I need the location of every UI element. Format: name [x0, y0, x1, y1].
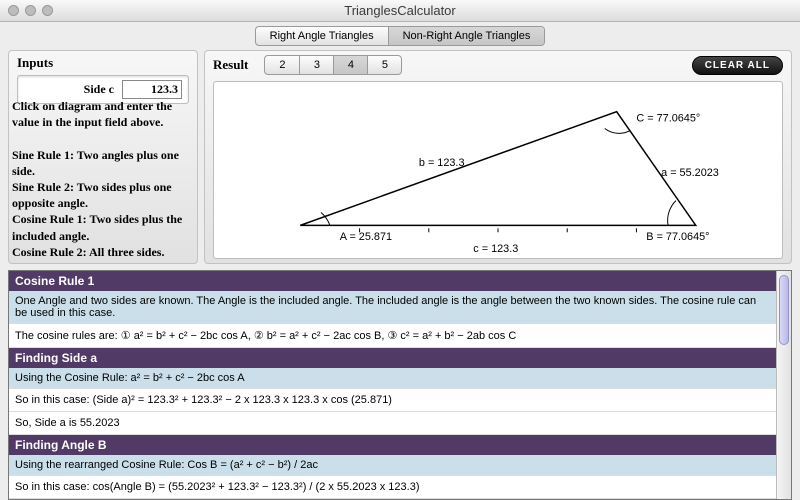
- vertex-a-label: A = 25.871: [340, 231, 392, 243]
- result-panel: Result 2 3 4 5 CLEAR ALL: [204, 50, 792, 264]
- tab-non-right-angle[interactable]: Non-Right Angle Triangles: [388, 27, 545, 45]
- close-icon[interactable]: [8, 5, 19, 16]
- side-a-label: a = 55.2023: [661, 167, 719, 179]
- dp-5[interactable]: 5: [367, 56, 401, 74]
- section-cosine-rule-1: Cosine Rule 1: [9, 271, 776, 291]
- instr-cos1: Cosine Rule 1: Two sides plus the includ…: [12, 211, 194, 243]
- minimize-icon[interactable]: [25, 5, 36, 16]
- output-line: So, Side a is 55.2023: [9, 412, 776, 435]
- scrollbar-thumb[interactable]: [779, 275, 789, 345]
- side-b-label: b = 123.3: [419, 157, 465, 169]
- app-window: TrianglesCalculator Right Angle Triangle…: [0, 0, 800, 500]
- dp-4[interactable]: 4: [333, 56, 367, 74]
- mode-tabs: Right Angle Triangles Non-Right Angle Tr…: [255, 26, 546, 46]
- triangle-diagram[interactable]: A = 25.871 B = 77.0645° C = 77.0645° a =…: [213, 81, 783, 259]
- output-line: One Angle and two sides are known. The A…: [9, 291, 776, 324]
- section-finding-side-a: Finding Side a: [9, 348, 776, 368]
- result-header: Result 2 3 4 5 CLEAR ALL: [213, 55, 783, 75]
- titlebar: TrianglesCalculator: [0, 0, 800, 22]
- output-scroll[interactable]: Cosine Rule 1 One Angle and two sides ar…: [9, 271, 776, 499]
- section-finding-angle-b: Finding Angle B: [9, 435, 776, 455]
- tab-right-angle[interactable]: Right Angle Triangles: [256, 27, 388, 45]
- output-line: Using the Cosine Rule: a² = b² + c² − 2b…: [9, 368, 776, 389]
- dp-3[interactable]: 3: [299, 56, 333, 74]
- instr-sine1: Sine Rule 1: Two angles plus one side.: [12, 147, 194, 179]
- dp-2[interactable]: 2: [265, 56, 299, 74]
- content-area: Inputs Side c Result 2 3 4 5 CLEAR ALL: [0, 50, 800, 500]
- instr-intro: Click on diagram and enter the value in …: [12, 98, 194, 130]
- output-line: Using the rearranged Cosine Rule: Cos B …: [9, 455, 776, 476]
- decimal-places-segment: 2 3 4 5: [264, 55, 402, 75]
- window-title: TrianglesCalculator: [0, 3, 800, 18]
- clear-all-button[interactable]: CLEAR ALL: [692, 56, 783, 75]
- output-line: So in this case: cos(Angle B) = (55.2023…: [9, 476, 776, 499]
- traffic-lights: [8, 5, 53, 16]
- instructions-text: Click on diagram and enter the value in …: [8, 90, 198, 268]
- vertex-b-label: B = 77.0645°: [646, 231, 709, 243]
- zoom-icon[interactable]: [42, 5, 53, 16]
- mode-tabs-row: Right Angle Triangles Non-Right Angle Tr…: [0, 22, 800, 50]
- side-c-label: c = 123.3: [473, 243, 518, 255]
- output-panel: Cosine Rule 1 One Angle and two sides ar…: [8, 270, 792, 500]
- result-title: Result: [213, 57, 248, 73]
- scrollbar[interactable]: [776, 271, 791, 499]
- inputs-title: Inputs: [17, 55, 189, 71]
- vertex-c-label: C = 77.0645°: [636, 113, 700, 125]
- instr-sine2: Sine Rule 2: Two sides plus one opposite…: [12, 179, 194, 211]
- instr-cos2: Cosine Rule 2: All three sides.: [12, 244, 194, 260]
- output-line: The cosine rules are: ① a² = b² + c² − 2…: [9, 324, 776, 348]
- output-line: So in this case: (Side a)² = 123.3² + 12…: [9, 389, 776, 412]
